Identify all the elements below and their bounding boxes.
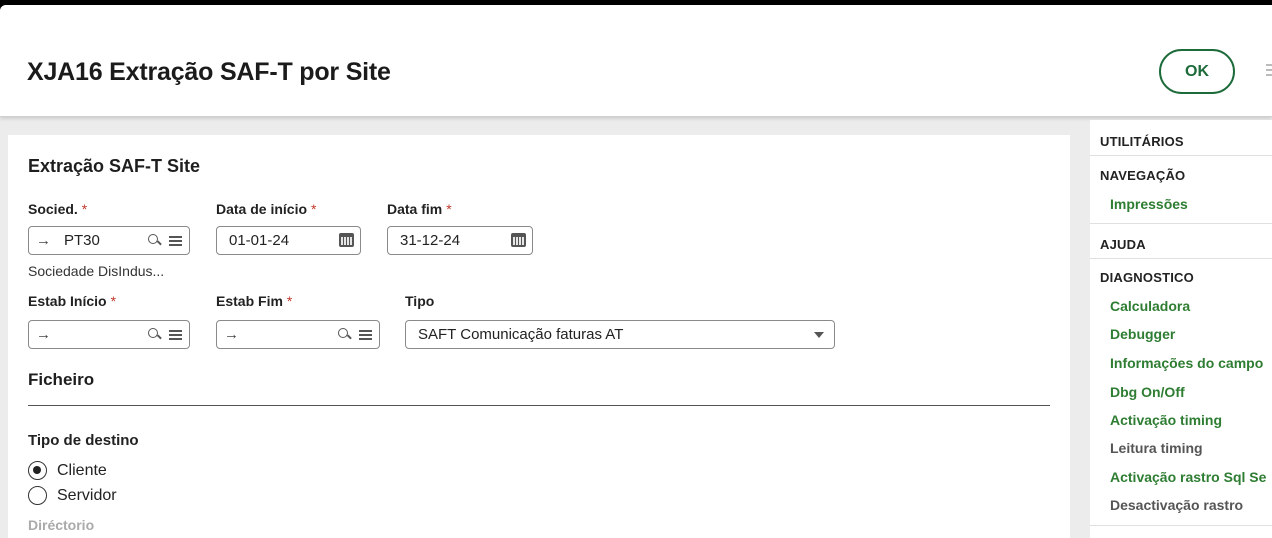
link-informacoes-campo[interactable]: Informações do campo [1110,355,1263,371]
ficheiro-title: Ficheiro [28,370,95,389]
required-mark: * [311,201,317,217]
data-inicio-label: Data de início * [216,201,316,217]
required-mark: * [81,201,88,217]
tipo-select[interactable]: SAFT Comunicação faturas AT [405,320,835,349]
estab-fim-label: Estab Fim * [216,293,292,309]
radio-button-selected[interactable] [28,461,47,480]
estab-fim-field[interactable]: → [216,320,380,349]
radio-servidor[interactable]: Servidor [28,486,117,505]
diagnostico-heading: DIAGNOSTICO [1100,270,1194,285]
link-debugger[interactable]: Debugger [1110,326,1175,342]
divider [1090,223,1272,224]
link-desactivacao-rastro: Desactivação rastro [1110,497,1244,513]
radio-cliente-label: Cliente [57,461,107,479]
link-dbg-onoff[interactable]: Dbg On/Off [1110,384,1185,400]
search-icon[interactable] [147,233,162,248]
search-icon[interactable] [147,327,162,342]
more-menu-icon[interactable] [1262,61,1272,81]
list-icon[interactable] [358,327,373,342]
chevron-down-icon[interactable] [814,332,824,338]
ajuda-heading[interactable]: AJUDA [1100,237,1146,252]
required-mark: * [286,293,293,309]
radio-cliente[interactable]: Cliente [28,461,107,480]
arrow-right-icon[interactable]: → [224,326,240,343]
tipo-label: Tipo [405,293,435,309]
data-fim-label: Data fim * [387,201,452,217]
calendar-icon[interactable] [339,233,354,247]
arrow-right-icon[interactable]: → [36,326,52,343]
divider [1090,258,1272,259]
ok-button[interactable]: OK [1159,49,1235,94]
radio-servidor-label: Servidor [57,486,117,504]
tipo-value: SAFT Comunicação faturas AT [418,326,624,343]
navegacao-heading: NAVEGAÇÃO [1100,168,1186,183]
socied-value: PT30 [64,232,100,249]
data-inicio-field[interactable]: 01-01-24 [216,226,361,255]
divider [28,405,1050,406]
search-icon[interactable] [337,327,352,342]
socied-label-text: Socied. [28,201,78,217]
data-fim-field[interactable]: 31-12-24 [387,226,533,255]
data-fim-label-text: Data fim [387,201,443,217]
data-inicio-value: 01-01-24 [229,232,290,249]
list-icon[interactable] [168,327,183,342]
arrow-right-icon[interactable]: → [36,232,52,249]
required-mark: * [110,293,117,309]
divider [1090,525,1272,526]
divider [1090,155,1272,156]
estab-inicio-field[interactable]: → [28,320,190,349]
estab-fim-label-text: Estab Fim [216,293,283,309]
radio-button[interactable] [28,486,47,505]
calendar-icon[interactable] [511,233,526,247]
page-title: XJA16 Extração SAF-T por Site [27,58,391,86]
tipo-destino-label: Tipo de destino [28,432,139,449]
socied-field[interactable]: → PT30 [28,226,190,255]
socied-description: Sociedade DisIndus... [28,263,165,279]
link-activacao-timing[interactable]: Activação timing [1110,412,1222,428]
data-fim-value: 31-12-24 [400,232,461,249]
utilitarios-heading[interactable]: UTILITÁRIOS [1100,134,1184,149]
directorio-label: Diréctorio [28,517,95,533]
page-header: XJA16 Extração SAF-T por Site OK [0,5,1272,117]
socied-label: Socied. * [28,201,87,217]
link-leitura-timing: Leitura timing [1110,440,1203,456]
section-title: Extração SAF-T Site [28,156,201,176]
estab-inicio-label-text: Estab Início [28,293,107,309]
link-calculadora[interactable]: Calculadora [1110,298,1190,314]
list-icon[interactable] [168,233,183,248]
link-impressoes[interactable]: Impressões [1110,196,1188,212]
form-card: Extração SAF-T Site Socied. * Data de iní… [8,135,1070,538]
required-mark: * [446,201,452,217]
app-window: XJA16 Extração SAF-T por Site OK Extraçã… [0,5,1272,538]
estab-inicio-label: Estab Início * [28,293,116,309]
link-activacao-rastro-sql[interactable]: Activação rastro Sql Se [1110,469,1266,485]
right-sidebar: UTILITÁRIOS NAVEGAÇÃO Impressões AJUDA D… [1090,120,1272,538]
data-inicio-label-text: Data de início [216,201,308,217]
